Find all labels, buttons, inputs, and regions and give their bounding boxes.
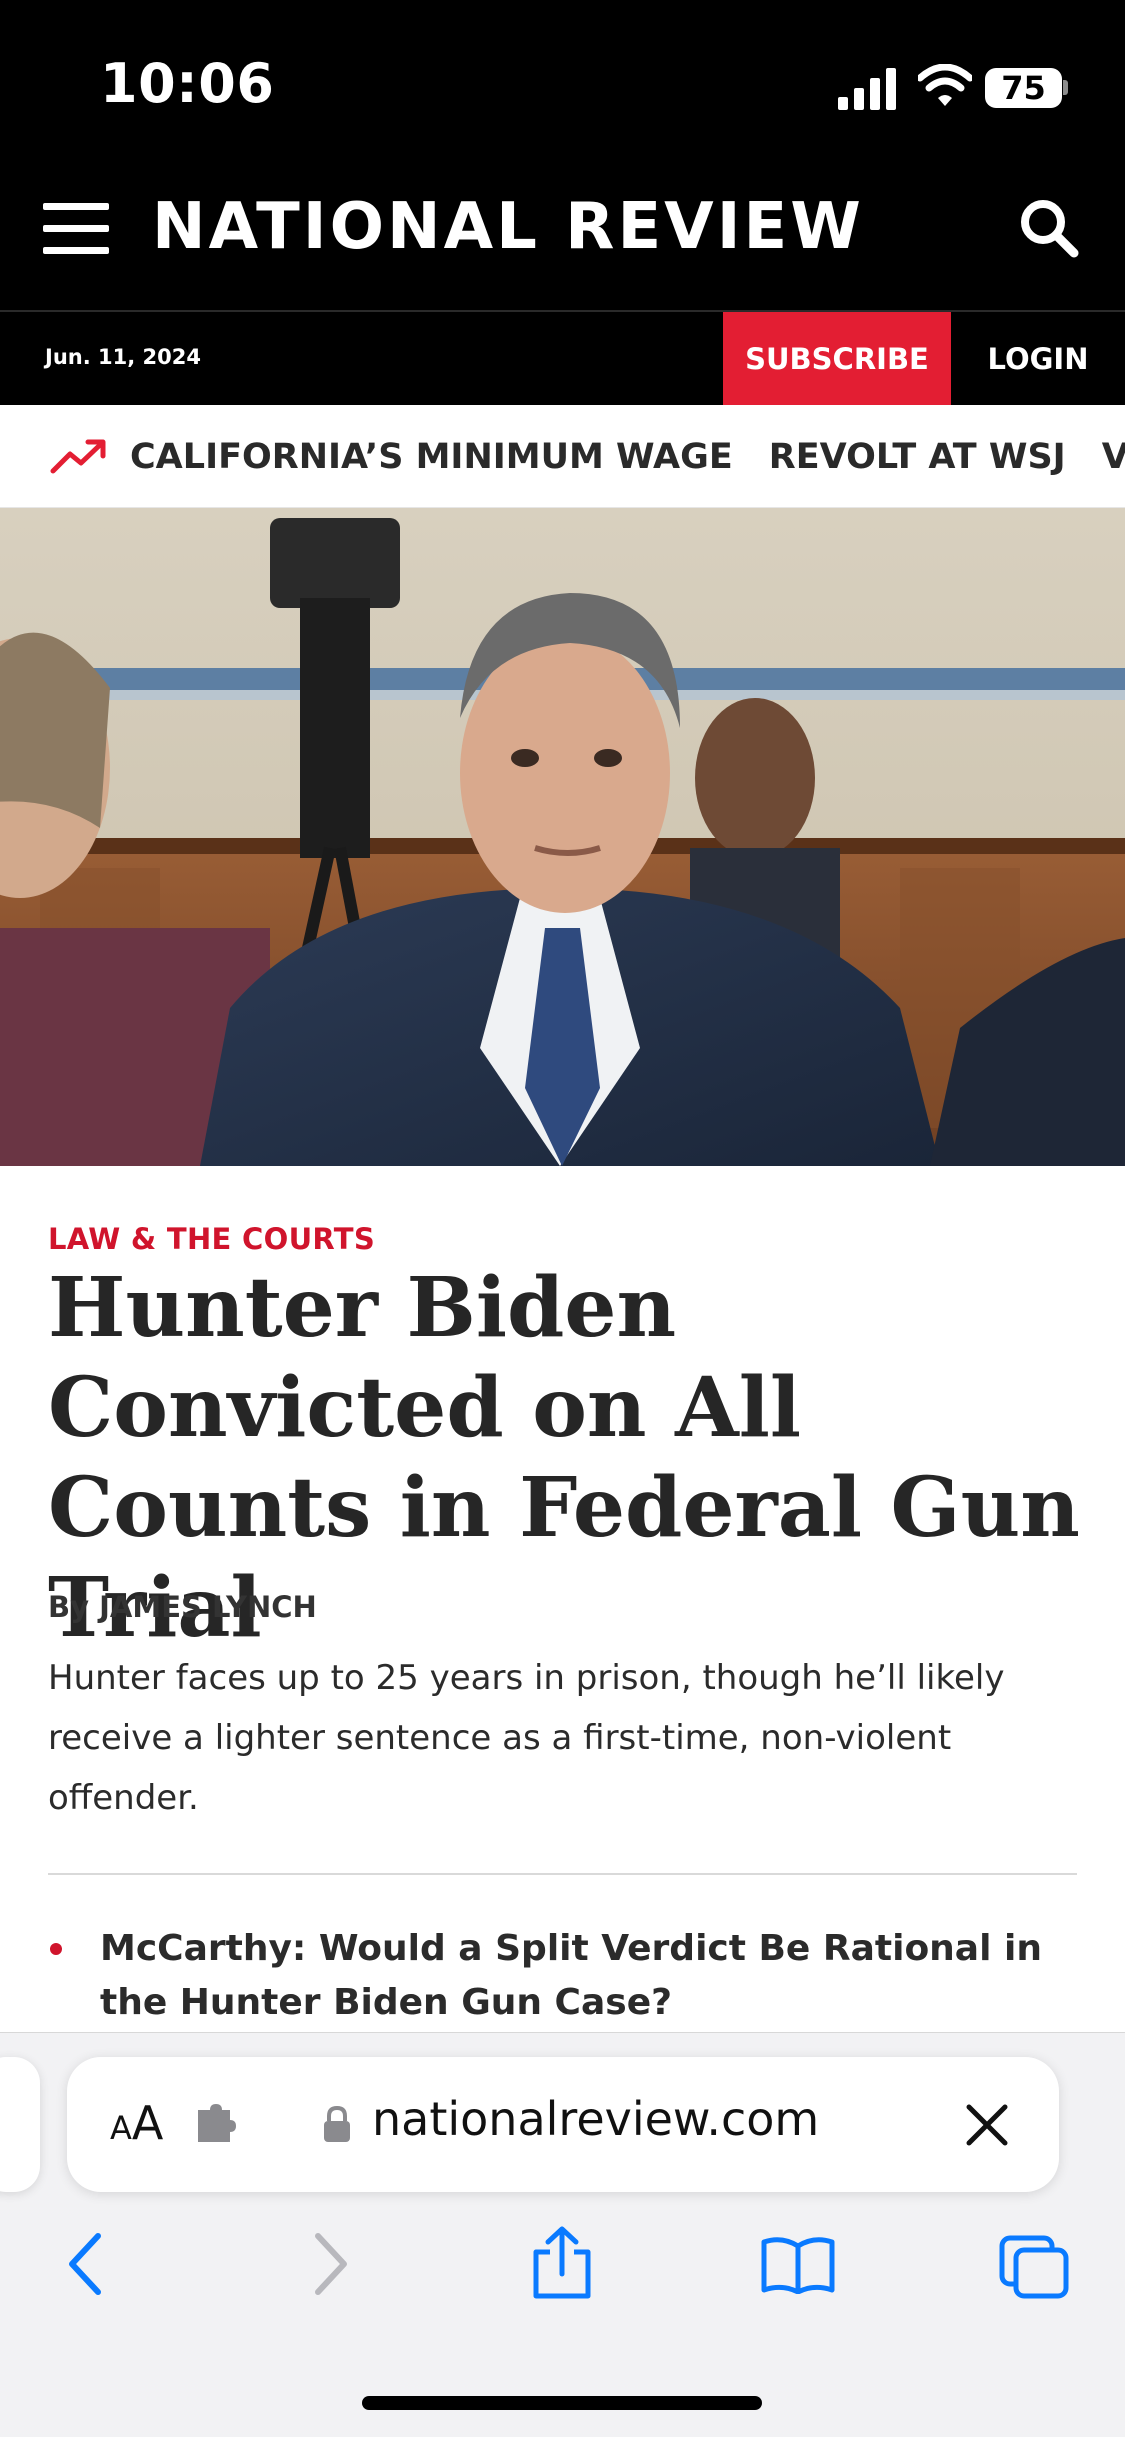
previous-tab-card[interactable] bbox=[0, 2057, 40, 2192]
bullet-icon bbox=[50, 1943, 62, 1955]
home-indicator[interactable] bbox=[362, 2396, 762, 2410]
hamburger-menu-icon[interactable] bbox=[43, 201, 109, 256]
aa-large-letter: A bbox=[131, 2096, 164, 2150]
login-button[interactable]: LOGIN bbox=[951, 312, 1125, 405]
url-text[interactable]: nationalreview.com bbox=[372, 2092, 819, 2146]
chevron-left-icon[interactable] bbox=[66, 2232, 106, 2296]
current-date: Jun. 11, 2024 bbox=[45, 345, 201, 369]
trending-up-icon bbox=[50, 439, 106, 474]
subscribe-button[interactable]: SUBSCRIBE bbox=[723, 312, 951, 405]
trending-topic[interactable]: CALIFORNIA’S MINIMUM WAGE bbox=[130, 437, 733, 477]
reader-settings-button[interactable]: AA bbox=[110, 2096, 163, 2150]
cellular-signal-icon bbox=[838, 68, 896, 110]
related-article-link[interactable]: McCarthy: Would a Split Verdict Be Ratio… bbox=[100, 1922, 1090, 2030]
article-summary: Hunter faces up to 25 years in prison, t… bbox=[48, 1658, 1005, 1818]
close-icon[interactable] bbox=[965, 2103, 1009, 2147]
chevron-right-icon[interactable] bbox=[310, 2232, 350, 2296]
battery-indicator: 75 bbox=[985, 68, 1062, 108]
divider bbox=[48, 1873, 1077, 1875]
battery-level: 75 bbox=[1001, 69, 1046, 107]
hero-image[interactable] bbox=[0, 508, 1125, 1166]
article-byline[interactable]: By JAMES LYNCH bbox=[48, 1590, 317, 1624]
section-label[interactable]: LAW & THE COURTS bbox=[48, 1222, 375, 1256]
puzzle-icon[interactable] bbox=[196, 2104, 244, 2144]
lock-icon bbox=[324, 2105, 350, 2142]
wifi-icon bbox=[918, 64, 972, 106]
site-logo[interactable]: NATIONAL REVIEW bbox=[152, 190, 864, 264]
aa-small-letter: A bbox=[110, 2109, 132, 2147]
trending-topic[interactable]: REVOLT AT WSJ bbox=[769, 437, 1066, 477]
status-time: 10:06 bbox=[100, 52, 275, 115]
search-icon[interactable] bbox=[1018, 197, 1080, 259]
share-icon[interactable] bbox=[530, 2226, 594, 2300]
trending-topics: CALIFORNIA’S MINIMUM WAGE REVOLT AT WSJ … bbox=[130, 405, 1125, 508]
tabs-icon[interactable] bbox=[998, 2234, 1070, 2300]
trending-topic[interactable]: VAI bbox=[1102, 437, 1125, 477]
battery-tip bbox=[1063, 80, 1068, 95]
book-icon[interactable] bbox=[760, 2236, 836, 2294]
